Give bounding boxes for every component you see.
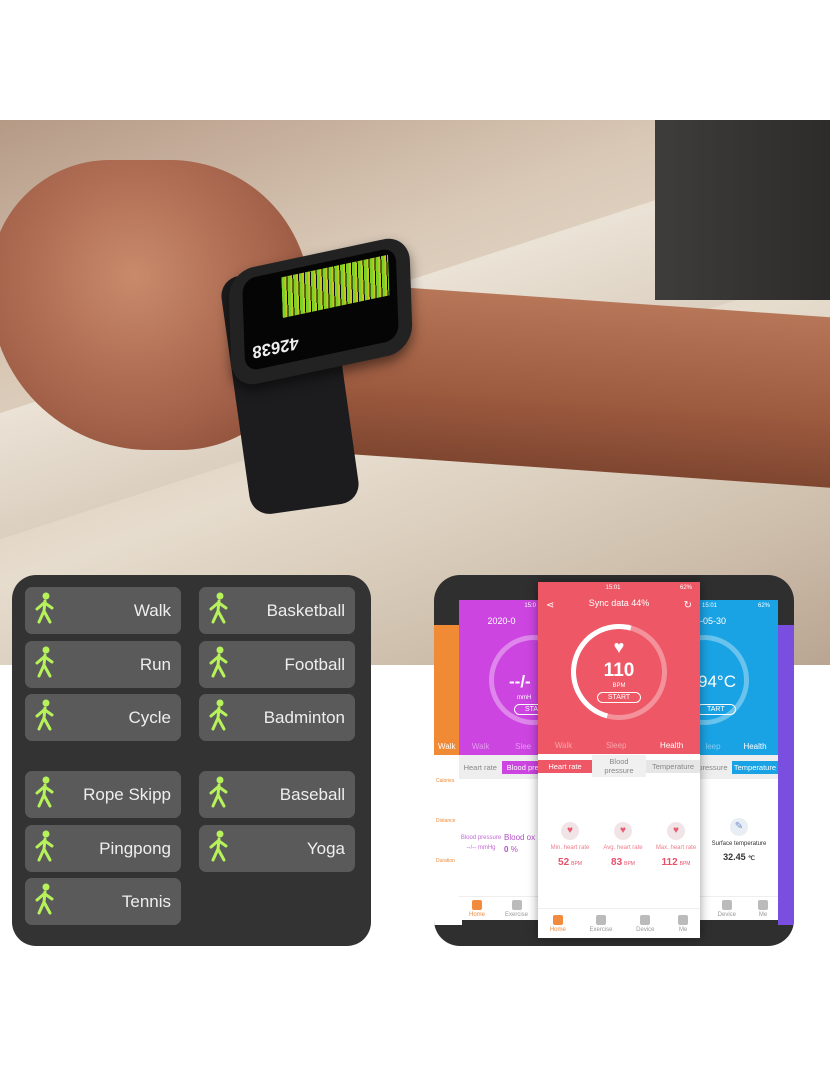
duration-label: Duration <box>436 858 455 864</box>
device-icon <box>640 914 651 925</box>
bp-value: --/- <box>509 672 531 691</box>
stat-blood-pressure: Blood pressure --/-- mmHg <box>460 835 502 851</box>
sport-football[interactable]: Football <box>199 641 355 688</box>
heart-icon: ♥ <box>667 822 685 840</box>
stat-max-heart-rate: ♥ Max. heart rate 112 BPM <box>646 822 700 868</box>
tab-sleep[interactable]: leep <box>705 742 720 751</box>
run-icon <box>31 645 59 684</box>
battery-level: 62% <box>757 603 770 609</box>
badminton-icon <box>205 698 233 737</box>
share-icon[interactable]: ⋖ <box>546 600 554 611</box>
activity-bars <box>281 254 390 318</box>
subtab-temperature[interactable]: Temperature <box>646 759 700 773</box>
nav-device[interactable]: Device <box>718 899 736 918</box>
distance-label: Distance <box>436 818 456 824</box>
refresh-icon[interactable]: ↻ <box>684 600 692 611</box>
tab-health[interactable]: Health <box>743 742 766 751</box>
date-label: -05-30 <box>700 616 727 626</box>
temperature-value: 94°C <box>698 672 736 691</box>
heart-icon: ♥ <box>613 637 625 657</box>
sport-basketball[interactable]: Basketball <box>199 587 355 634</box>
me-icon <box>678 914 689 925</box>
stat-blood-oxygen: Blood ox 0 % <box>504 833 536 854</box>
calories-label: Calories <box>436 778 455 784</box>
subtab-heart-rate[interactable]: Heart rate <box>538 759 592 773</box>
tab-sleep[interactable]: Sleep <box>606 741 626 750</box>
rope-skipping-icon <box>31 775 59 814</box>
football-icon <box>205 645 233 684</box>
walk-icon <box>31 591 59 630</box>
yoga-icon <box>205 829 233 868</box>
date-label: 2020-0 <box>487 616 516 626</box>
tab-walk[interactable]: Walk <box>472 742 489 751</box>
nav-home[interactable]: Home <box>469 899 485 918</box>
status-time: 15:01 <box>605 585 621 591</box>
nav-home[interactable]: Home <box>550 914 566 933</box>
sync-status: Sync data 44% <box>588 598 650 608</box>
sport-label: Basketball <box>266 600 345 620</box>
sport-tennis[interactable]: Tennis <box>25 878 181 925</box>
sport-label: Baseball <box>279 784 345 804</box>
sport-badminton[interactable]: Badminton <box>199 694 355 741</box>
nav-device[interactable]: Device <box>636 914 655 933</box>
pingpong-icon <box>31 829 59 868</box>
stat-min-heart-rate: ♥ Min. heart rate 52 BPM <box>540 822 600 868</box>
stat-surface-temperature: ✎ Surface temperature 32.45 ℃ <box>704 818 774 862</box>
status-time: 15:0 <box>524 603 536 609</box>
wetsuit <box>655 120 830 300</box>
stat-avg-heart-rate: ♥ Avg. heart rate 83 BPM <box>593 822 653 868</box>
heart-rate-unit: BPM <box>612 683 626 689</box>
bp-unit: mmH <box>517 695 532 701</box>
heart-icon: ♥ <box>561 822 579 840</box>
sport-label: Tennis <box>121 891 171 911</box>
sport-label: Walk <box>133 600 171 620</box>
tab-walk[interactable]: Walk <box>438 742 455 751</box>
watch-screen: 42638 <box>242 246 399 372</box>
tab-walk[interactable]: Walk <box>555 741 572 750</box>
status-time: 15:01 <box>702 603 718 609</box>
sport-modes-panel: Walk Basketball Run Football Cycle Badminton R… <box>12 575 371 946</box>
tab-sleep[interactable]: Slee <box>515 742 531 751</box>
nav-exercise[interactable]: Exercise <box>505 899 528 918</box>
home-icon <box>552 914 563 925</box>
sport-baseball[interactable]: Baseball <box>199 771 355 818</box>
phone-walk: Walk Calories Distance Duration <box>434 625 462 925</box>
sport-label: Yoga <box>306 838 345 858</box>
phone-blood-pressure: 15:0 2020-0 --/- mmH STAR Walk Slee Heart… <box>459 600 544 920</box>
exercise-icon <box>596 914 606 925</box>
tennis-icon <box>31 882 59 921</box>
battery-level: 62% <box>679 585 692 591</box>
phone-temperature: 15:01 62% -05-30 94°C TART leep Health pre… <box>694 600 778 920</box>
sport-label: Cycle <box>128 707 171 727</box>
sport-label: Pingpong <box>99 838 171 858</box>
heart-rate-value: 110 <box>603 660 635 681</box>
sport-rope-skipp[interactable]: Rope Skipp <box>25 771 181 818</box>
sport-cycle[interactable]: Cycle <box>25 694 181 741</box>
sport-walk[interactable]: Walk <box>25 587 181 634</box>
subtab-temperature[interactable]: Temperature <box>731 760 778 774</box>
start-button[interactable]: TART <box>696 704 736 715</box>
heart-icon: ♥ <box>614 822 632 840</box>
sport-label: Badminton <box>263 707 345 727</box>
nav-me[interactable]: Me <box>678 914 689 933</box>
phone-heart-rate: 15:01 62% ⋖ Sync data 44% ↻ ♥ 110 BPM STA… <box>538 582 700 938</box>
nav-exercise[interactable]: Exercise <box>590 914 613 933</box>
start-button[interactable]: START <box>596 692 642 703</box>
basketball-icon <box>205 591 233 630</box>
cycle-icon <box>31 698 59 737</box>
sport-run[interactable]: Run <box>25 641 181 688</box>
tab-health[interactable]: Health <box>660 741 683 750</box>
sport-label: Football <box>284 654 345 674</box>
subtab-heart-rate[interactable]: Heart rate <box>459 761 502 774</box>
app-screens-panel: Walk Calories Distance Duration 15:0 202… <box>434 575 794 946</box>
sport-label: Rope Skipp <box>83 784 171 804</box>
nav-me[interactable]: Me <box>758 899 768 918</box>
sport-pingpong[interactable]: Pingpong <box>25 825 181 872</box>
baseball-icon <box>205 775 233 814</box>
sport-yoga[interactable]: Yoga <box>199 825 355 872</box>
subtab-blood-pressure[interactable]: Blood pressure <box>592 755 646 777</box>
step-count: 42638 <box>252 333 300 363</box>
sport-label: Run <box>139 654 171 674</box>
phone-edge <box>778 625 794 925</box>
